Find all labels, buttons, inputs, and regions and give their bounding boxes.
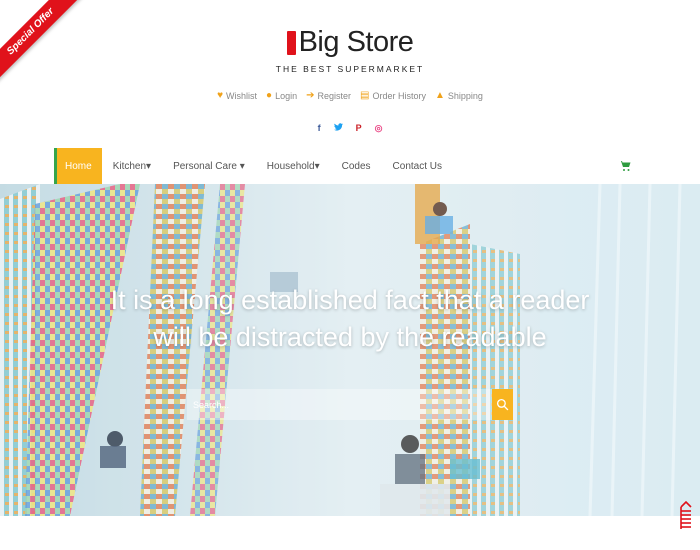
search-icon [496, 398, 509, 411]
hero-search [187, 389, 513, 420]
shipping-link[interactable]: ▲ Shipping [435, 90, 483, 101]
nav-item-codes[interactable]: Codes [331, 148, 382, 184]
search-input[interactable] [187, 389, 492, 420]
register-link[interactable]: ➔ Register [306, 90, 351, 101]
facebook-icon[interactable]: f [318, 123, 321, 134]
hero-title: It is a long established fact that a rea… [0, 282, 700, 356]
login-link[interactable]: ● Login [266, 90, 297, 101]
arrow-right-icon: ➔ [306, 90, 315, 101]
nav-item-personal-care[interactable]: Personal Care ▾ [162, 148, 256, 184]
hero-banner: It is a long established fact that a rea… [0, 184, 700, 516]
social-links: f P ◎ [0, 123, 700, 134]
wishlist-link[interactable]: ♥ Wishlist [217, 90, 257, 101]
ship-icon: ▲ [434, 90, 445, 101]
order-history-link[interactable]: ▤ Order History [360, 90, 426, 101]
top-links: ♥ Wishlist ● Login ➔ Register ▤ Order Hi… [0, 90, 700, 101]
brand-name: Big Store [298, 26, 414, 58]
register-label: Register [317, 90, 351, 101]
search-button[interactable] [492, 389, 513, 420]
brand-tagline: THE BEST SUPERMARKET [275, 63, 425, 74]
site-logo[interactable]: Big Store THE BEST SUPERMARKET [0, 26, 700, 74]
back-to-top-button[interactable] [677, 500, 695, 531]
file-icon: ▤ [360, 90, 370, 101]
nav-item-home[interactable]: Home [54, 148, 102, 184]
special-offer-ribbon[interactable]: Special Offer [0, 0, 90, 90]
hero-title-line-2: will be distracted by the readable [153, 322, 547, 352]
user-icon: ● [266, 90, 273, 101]
nav-item-kitchen[interactable]: Kitchen▾ [102, 148, 162, 184]
hero-title-line-1: It is a long established fact that a rea… [110, 285, 590, 315]
heart-icon: ♥ [217, 90, 224, 101]
scroll-up-icon [680, 500, 692, 529]
main-nav: Home Kitchen▾ Personal Care ▾ Household▾… [54, 148, 453, 184]
wishlist-label: Wishlist [226, 90, 258, 101]
order-history-label: Order History [372, 90, 426, 101]
pinterest-icon[interactable]: P [356, 123, 362, 134]
nav-item-contact-us[interactable]: Contact Us [382, 148, 453, 184]
login-label: Login [275, 90, 298, 101]
nav-item-household[interactable]: Household▾ [256, 148, 331, 184]
dribbble-icon[interactable]: ◎ [375, 123, 383, 134]
logo-mark-icon [286, 30, 296, 55]
twitter-icon[interactable] [333, 123, 343, 134]
special-offer-label[interactable]: Special Offer [0, 0, 85, 86]
cart-icon[interactable] [619, 159, 631, 171]
shipping-label: Shipping [447, 90, 483, 101]
